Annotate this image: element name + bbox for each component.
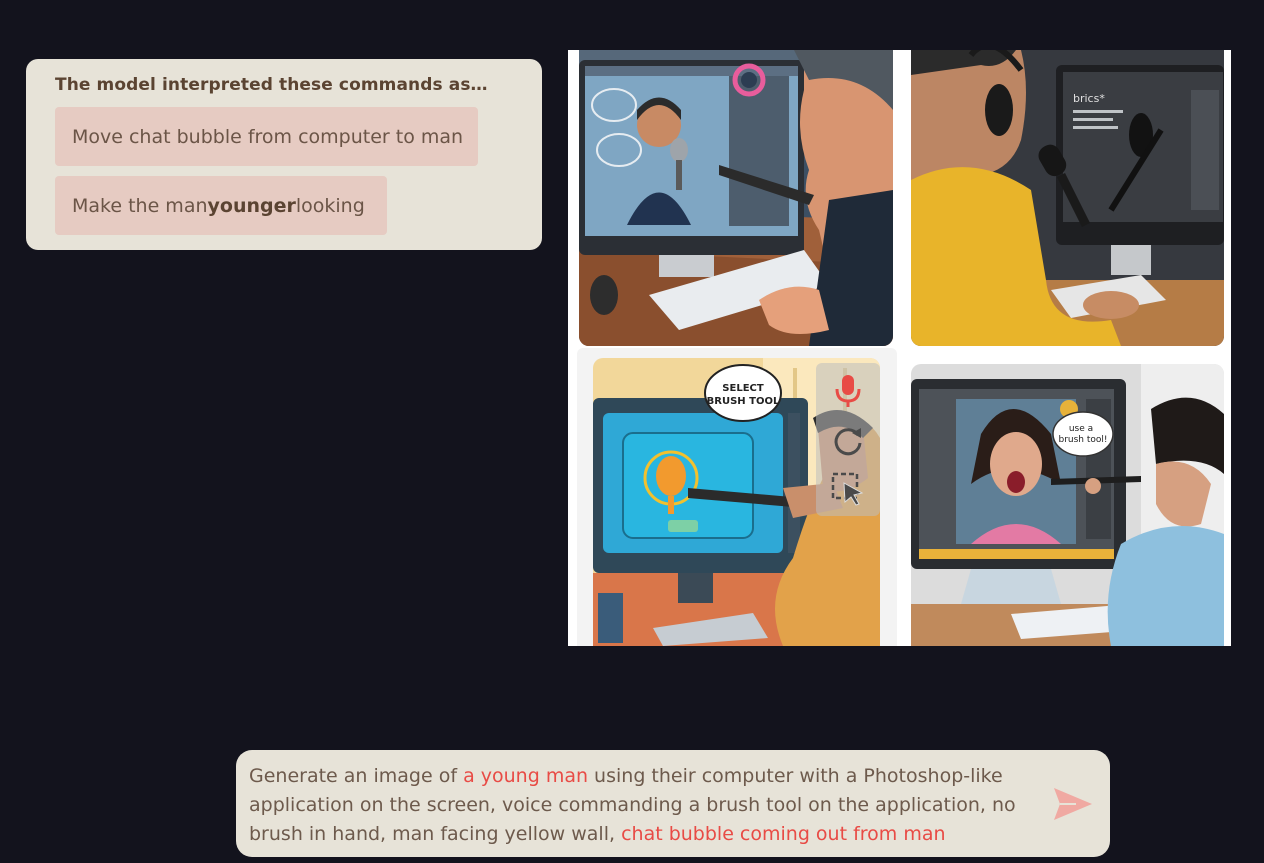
command-text-emphasis: younger	[207, 194, 296, 217]
prompt-bar[interactable]: Generate an image of a young man using t…	[236, 750, 1110, 857]
interpretation-title: The model interpreted these commands as…	[55, 75, 488, 95]
tile-4-bubble-line-1: use a	[1069, 424, 1093, 434]
prompt-highlight-chat-bubble: chat bubble coming out from man	[621, 823, 946, 845]
generated-image-1[interactable]	[579, 50, 893, 346]
image-action-toolbar	[816, 363, 880, 516]
generated-image-2[interactable]: brics*	[911, 50, 1224, 346]
tile-4-bubble-line-2: brush tool!	[1058, 435, 1107, 445]
prompt-segment: Generate an image of	[249, 765, 464, 787]
microphone-icon[interactable]	[830, 373, 866, 409]
tile-3-bubble-line-1: SELECT	[722, 383, 764, 394]
command-text: Move chat bubble from computer to man	[72, 125, 464, 148]
command-chip-move-bubble[interactable]: Move chat bubble from computer to man	[55, 107, 478, 166]
tile-2-screen-text: brics*	[1073, 92, 1105, 105]
app-root: The model interpreted these commands as……	[0, 0, 1264, 863]
prompt-highlight-young-man: a young man	[463, 765, 589, 787]
send-icon	[1054, 788, 1092, 820]
prompt-text[interactable]: Generate an image of a young man using t…	[249, 762, 1039, 849]
generated-image-grid: brics* SELECT BRUSH TOOL use a brush too…	[568, 50, 1231, 646]
command-text-post: looking	[295, 194, 365, 217]
tile-3-bubble-line-2: BRUSH TOOL	[707, 396, 780, 407]
send-button[interactable]	[1050, 782, 1094, 826]
regenerate-icon[interactable]	[830, 423, 866, 459]
command-chip-younger[interactable]: Make the man younger looking	[55, 176, 387, 235]
select-region-icon[interactable]	[830, 471, 866, 507]
interpretation-panel: The model interpreted these commands as……	[26, 59, 542, 250]
command-text-pre: Make the man	[72, 194, 208, 217]
generated-image-4[interactable]: use a brush tool!	[911, 364, 1224, 646]
